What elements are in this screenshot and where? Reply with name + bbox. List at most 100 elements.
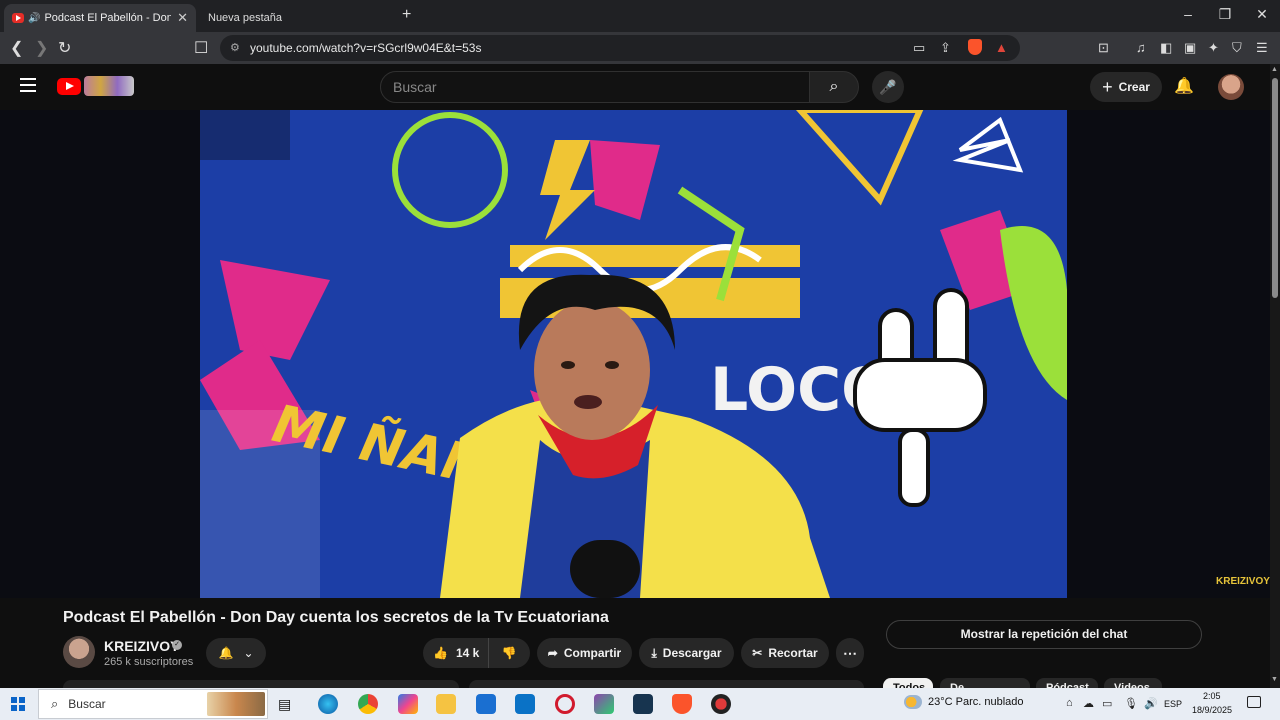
subscription-bell-button[interactable]: 🔔 ⌄ <box>206 638 266 668</box>
search-icon: ⌕ <box>829 78 839 95</box>
copilot-icon[interactable] <box>398 694 418 714</box>
outlook-icon[interactable] <box>515 694 535 714</box>
video-title: Podcast El Pabellón - Don Day cuenta los… <box>63 609 609 626</box>
tray-sync-icon[interactable]: ☁ <box>1083 697 1094 710</box>
thumbs-down-icon: 👎 <box>501 646 517 660</box>
microsoft-store-icon[interactable] <box>476 694 496 714</box>
brave-rewards-icon[interactable]: ▲ <box>995 40 1008 55</box>
edge-icon[interactable] <box>318 694 338 714</box>
scissors-icon: ✂ <box>752 646 763 660</box>
cast-icon[interactable]: ▭ <box>913 40 925 56</box>
opera-icon[interactable] <box>555 694 575 714</box>
wallet-icon[interactable]: ▣ <box>1184 40 1196 56</box>
bookmark-icon[interactable]: ☐ <box>194 38 208 58</box>
windows-start-icon[interactable] <box>11 697 25 711</box>
file-explorer-icon[interactable] <box>436 694 456 714</box>
plus-icon: + <box>1102 76 1113 97</box>
chrome-icon[interactable] <box>358 694 378 714</box>
create-label: Crear <box>1118 80 1150 94</box>
tray-app-icon[interactable]: ⌂ <box>1066 697 1073 709</box>
user-avatar[interactable] <box>1218 74 1244 100</box>
chevron-down-icon: ⌄ <box>243 646 254 660</box>
address-bar[interactable]: ⚙ youtube.com/watch?v=rSGcrl9w04E&t=53s <box>220 35 1020 61</box>
like-button[interactable]: 👍 14 k <box>423 638 489 668</box>
browser-toolbar: ❮ ❯ ↻ ☐ ⚙ youtube.com/watch?v=rSGcrl9w04… <box>0 32 1280 64</box>
new-tab-plus-icon[interactable]: + <box>402 6 411 24</box>
share-arrow-icon: ➦ <box>547 646 558 660</box>
search-icon: ⌕ <box>51 696 59 711</box>
download-button[interactable]: ⤓ Descargar <box>639 638 734 668</box>
page-scrollbar[interactable]: ▲ ▼ <box>1270 64 1280 688</box>
thumbs-up-icon: 👍 <box>433 646 448 660</box>
share-button[interactable]: ➦ Compartir <box>537 638 632 668</box>
more-dots-icon: ⋯ <box>843 644 857 661</box>
search-box[interactable] <box>380 71 810 103</box>
microphone-tray-icon[interactable]: 🎙 <box>1124 697 1138 710</box>
clock-time[interactable]: 2:05 <box>1203 691 1221 701</box>
clip-button[interactable]: ✂ Recortar <box>741 638 829 668</box>
close-window-icon[interactable]: ✕ <box>1252 6 1272 23</box>
brave-shields-icon[interactable] <box>968 39 982 55</box>
input-language[interactable]: ESP <box>1164 699 1182 709</box>
weather-text: 23°C Parc. nublado <box>928 696 1024 708</box>
reader-mode-icon[interactable]: ⊡ <box>1098 40 1109 56</box>
youtube-logo-icon[interactable] <box>57 78 81 95</box>
audio-playing-icon[interactable]: 🔊 <box>28 13 40 24</box>
back-icon[interactable]: ❮ <box>10 38 23 58</box>
tab-youtube-video[interactable]: 🔊 Podcast El Pabellón - Don Day ✕ <box>4 4 196 32</box>
scroll-down-arrow-icon[interactable]: ▼ <box>1271 676 1278 683</box>
maximize-icon[interactable]: ❐ <box>1215 6 1235 23</box>
download-label: Descargar <box>662 646 722 660</box>
youtube-favicon-icon <box>12 13 24 23</box>
app-icon[interactable] <box>594 694 614 714</box>
like-count: 14 k <box>455 646 480 660</box>
channel-name[interactable]: KREIZIVOY <box>104 638 179 654</box>
more-actions-button[interactable]: ⋯ <box>836 638 864 668</box>
brave-browser-icon[interactable] <box>672 694 692 714</box>
volume-icon[interactable]: 🔊 <box>1144 697 1158 710</box>
clip-label: Recortar <box>768 646 818 660</box>
notifications-bell-icon[interactable]: 🔔 <box>1174 76 1194 96</box>
search-highlight-image <box>207 692 265 716</box>
browser-tab-bar: 🔊 Podcast El Pabellón - Don Day ✕ Nueva … <box>0 0 1280 32</box>
close-tab-icon[interactable]: ✕ <box>177 10 188 26</box>
tab-new-tab[interactable]: Nueva pestaña <box>200 4 390 32</box>
partly-cloudy-icon <box>904 695 922 709</box>
leo-ai-icon[interactable]: ✦ <box>1208 40 1219 56</box>
dislike-button[interactable]: 👎 <box>489 646 529 660</box>
vpn-icon[interactable]: ⛉ <box>1232 40 1242 56</box>
channel-avatar[interactable] <box>63 636 95 668</box>
video-player[interactable]: MI ÑAÑO LOCO <box>200 110 1067 598</box>
reload-icon[interactable]: ↻ <box>58 38 71 58</box>
app-icon-2[interactable] <box>633 694 653 714</box>
task-view-icon[interactable]: ▤ <box>278 696 298 716</box>
channel-watermark[interactable]: KREIZIVOY <box>1216 576 1270 587</box>
notifications-icon[interactable] <box>1247 696 1261 708</box>
hamburger-menu-icon[interactable] <box>20 78 36 92</box>
site-info-icon[interactable]: ⚙ <box>230 41 240 54</box>
search-button[interactable]: ⌕ <box>809 71 859 103</box>
tab-title: Podcast El Pabellón - Don Day <box>44 12 172 24</box>
create-button[interactable]: + Crear <box>1090 72 1162 102</box>
scroll-up-arrow-icon[interactable]: ▲ <box>1271 66 1278 73</box>
sidebar-icon[interactable]: ◧ <box>1160 40 1172 56</box>
youtube-doodle[interactable] <box>84 76 134 96</box>
voice-search-button[interactable]: 🎤 <box>872 71 904 103</box>
minimize-icon[interactable]: – <box>1178 6 1198 22</box>
verified-check-icon: ✓ <box>172 640 182 650</box>
share-page-icon[interactable]: ⇪ <box>940 40 951 56</box>
media-icon[interactable]: ♫ <box>1136 40 1146 55</box>
forward-icon[interactable]: ❯ <box>35 38 48 58</box>
weather-widget[interactable]: 23°C Parc. nublado <box>904 695 1024 709</box>
show-chat-replay-button[interactable]: Mostrar la repetición del chat <box>886 620 1202 649</box>
microphone-icon: 🎤 <box>879 79 897 95</box>
url-text[interactable]: youtube.com/watch?v=rSGcrl9w04E&t=53s <box>250 41 481 55</box>
clock-date[interactable]: 18/9/2025 <box>1192 705 1232 715</box>
browser-menu-icon[interactable]: ☰ <box>1256 40 1268 56</box>
scrollbar-thumb[interactable] <box>1272 78 1278 298</box>
app-icon-3[interactable] <box>711 694 731 714</box>
taskbar-search[interactable]: ⌕ Buscar <box>38 689 268 719</box>
share-label: Compartir <box>563 646 622 660</box>
tray-display-icon[interactable]: ▭ <box>1102 697 1112 710</box>
search-input[interactable] <box>381 72 809 102</box>
